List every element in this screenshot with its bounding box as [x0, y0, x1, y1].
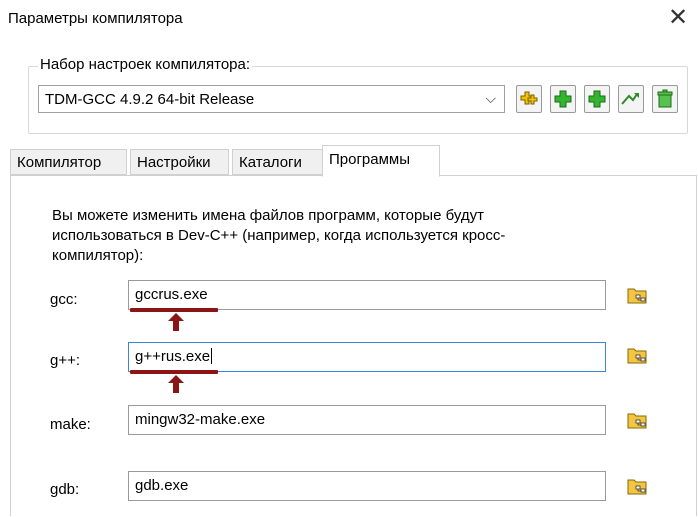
rename-button[interactable]	[618, 85, 644, 113]
make-label: make:	[50, 416, 91, 433]
annotation-up-arrow-icon	[168, 375, 184, 393]
add-profile-icon	[520, 91, 538, 105]
gdb-input-value: gdb.exe	[135, 477, 189, 494]
tab-settings[interactable]: Настройки	[130, 149, 229, 175]
add-button-2[interactable]	[584, 85, 610, 113]
gpp-input-value: g++rus.exe	[135, 348, 211, 365]
gpp-browse-button[interactable]	[624, 342, 650, 368]
add-button[interactable]	[550, 85, 576, 113]
gdb-label: gdb:	[50, 481, 80, 498]
gcc-input[interactable]: gccrus.exe	[128, 280, 606, 310]
profile-group-label: Набор настроек компилятора:	[38, 56, 253, 73]
programs-description: Вы можете изменить имена файлов программ…	[52, 207, 506, 264]
folder-icon	[627, 479, 647, 495]
add-icon	[554, 90, 572, 108]
gcc-browse-button[interactable]	[624, 282, 650, 308]
make-input-value: mingw32-make.exe	[135, 411, 266, 428]
tab-directories[interactable]: Каталоги	[232, 149, 324, 175]
gdb-input[interactable]: gdb.exe	[128, 471, 606, 501]
rename-icon	[621, 93, 639, 105]
gpp-input[interactable]: g++rus.exe	[128, 342, 606, 372]
window-title: Параметры компилятора	[8, 10, 183, 27]
close-icon[interactable]: ✕	[664, 4, 692, 32]
folder-icon	[627, 413, 647, 429]
tab-compiler[interactable]: Компилятор	[10, 149, 127, 175]
profile-select-value: TDM-GCC 4.9.2 64-bit Release	[45, 90, 255, 108]
folder-icon	[627, 348, 647, 364]
chevron-down-icon: ⌵	[485, 90, 496, 106]
gpp-label: g++:	[50, 352, 81, 369]
add-icon	[588, 90, 606, 108]
add-profile-button[interactable]	[516, 85, 542, 113]
delete-icon	[657, 89, 673, 108]
folder-icon	[627, 288, 647, 304]
annotation-up-arrow-icon	[168, 313, 184, 331]
make-browse-button[interactable]	[624, 407, 650, 433]
delete-button[interactable]	[652, 85, 678, 113]
gcc-label: gcc:	[50, 291, 78, 308]
gdb-browse-button[interactable]	[624, 473, 650, 499]
profile-select[interactable]: TDM-GCC 4.9.2 64-bit Release ⌵	[38, 85, 505, 113]
text-caret	[211, 348, 213, 364]
make-input[interactable]: mingw32-make.exe	[128, 405, 606, 435]
gcc-input-value: gccrus.exe	[135, 286, 208, 303]
tab-programs[interactable]: Программы	[322, 145, 440, 177]
